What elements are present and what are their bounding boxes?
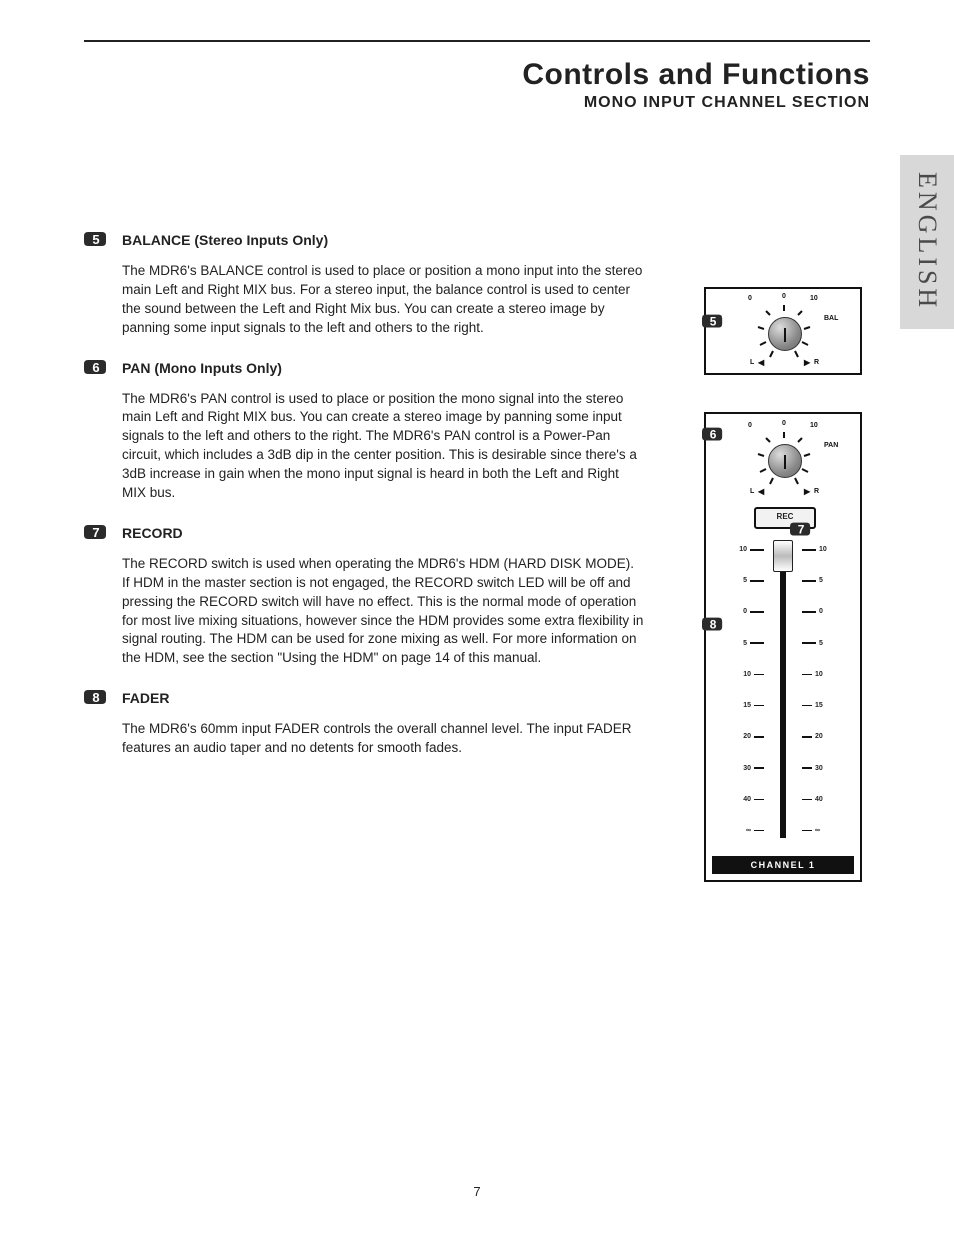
scale-center: 0: [782, 420, 786, 427]
text-column: 5 BALANCE (Stereo Inputs Only) The MDR6'…: [84, 232, 644, 780]
scale-right: 10: [810, 422, 818, 429]
bullet-6-icon: 6: [84, 356, 108, 380]
bullet-8-icon: 8: [84, 686, 108, 710]
page-heading: Controls and Functions MONO INPUT CHANNE…: [84, 58, 870, 112]
manual-page: Controls and Functions MONO INPUT CHANNE…: [0, 0, 954, 1235]
scale-left: 0: [748, 422, 752, 429]
triangle-left-icon: ◀: [758, 488, 764, 496]
callout-5-icon: 5: [702, 311, 724, 333]
svg-text:5: 5: [92, 232, 99, 247]
scale-left: 0: [748, 295, 752, 302]
triangle-right-icon: ▶: [804, 488, 810, 496]
section-fader: 8 FADER The MDR6's 60mm input FADER cont…: [84, 690, 644, 762]
section-text: The RECORD switch is used when operating…: [122, 555, 644, 668]
page-title: Controls and Functions: [84, 58, 870, 92]
fader-scale-left: 10 5 0 5 10 15 20 30 40 ∞: [720, 546, 764, 834]
right-letter: R: [814, 359, 819, 366]
fader-diagram: 10 5 0 5 10 15 20 30 40 ∞ 10 5 0: [706, 534, 860, 846]
top-rule: [84, 40, 870, 42]
svg-text:7: 7: [92, 525, 99, 540]
page-number: 7: [0, 1184, 954, 1199]
section-balance: 5 BALANCE (Stereo Inputs Only) The MDR6'…: [84, 232, 644, 342]
scale-right: 10: [810, 295, 818, 302]
figure-channel-strip: 6: [704, 412, 862, 882]
bullet-7-icon: 7: [84, 521, 108, 545]
fader-scale-right: 10 5 0 5 10 15 20 30 40 ∞: [802, 546, 846, 834]
triangle-left-icon: ◀: [758, 359, 764, 367]
fader-knob: [773, 540, 793, 572]
section-record: 7 RECORD The RECORD switch is used when …: [84, 525, 644, 672]
balance-knob: [752, 301, 816, 365]
svg-text:6: 6: [92, 360, 99, 375]
svg-text:5: 5: [710, 315, 717, 329]
section-text: The MDR6's 60mm input FADER controls the…: [122, 720, 644, 758]
section-title: BALANCE (Stereo Inputs Only): [122, 232, 644, 248]
section-title: RECORD: [122, 525, 644, 541]
figure-balance-panel: 5: [704, 287, 862, 375]
section-title: PAN (Mono Inputs Only): [122, 360, 644, 376]
section-title: FADER: [122, 690, 644, 706]
bullet-5-icon: 5: [84, 228, 108, 252]
pan-knob: [752, 428, 816, 492]
section-pan: 6 PAN (Mono Inputs Only) The MDR6's PAN …: [84, 360, 644, 507]
content-row: 5 BALANCE (Stereo Inputs Only) The MDR6'…: [84, 232, 870, 780]
svg-text:8: 8: [92, 690, 99, 705]
page-subtitle: MONO INPUT CHANNEL SECTION: [84, 94, 870, 112]
figure-column: 5: [644, 232, 870, 780]
right-letter: R: [814, 488, 819, 495]
language-tab: ENGLISH: [900, 155, 954, 329]
left-letter: L: [750, 488, 754, 495]
section-text: The MDR6's BALANCE control is used to pl…: [122, 262, 644, 338]
section-text: The MDR6's PAN control is used to place …: [122, 390, 644, 503]
knob-label: PAN: [824, 442, 838, 449]
svg-text:6: 6: [710, 428, 717, 442]
fader-slot: [780, 542, 786, 838]
triangle-right-icon: ▶: [804, 359, 810, 367]
scale-center: 0: [782, 293, 786, 300]
left-letter: L: [750, 359, 754, 366]
channel-label: CHANNEL 1: [712, 856, 854, 874]
knob-label: BAL: [824, 315, 838, 322]
language-tab-label: ENGLISH: [912, 172, 942, 311]
callout-6-icon: 6: [702, 424, 724, 446]
